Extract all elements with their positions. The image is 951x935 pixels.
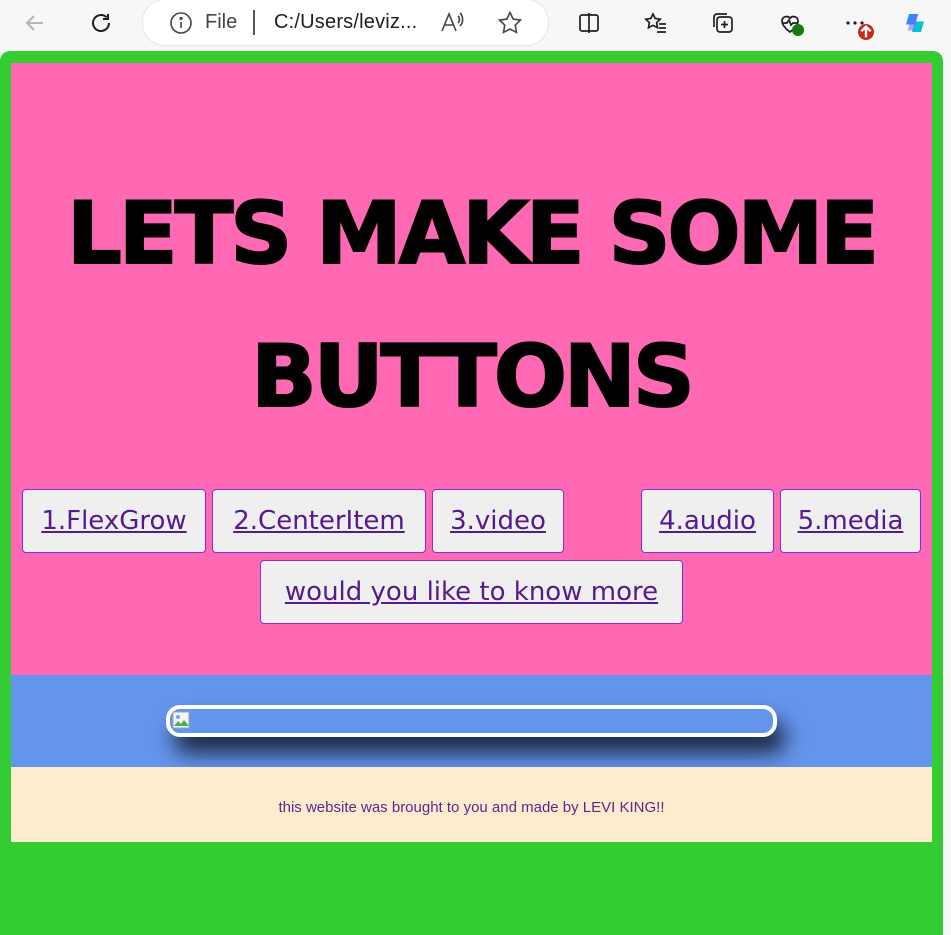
copilot-button[interactable] bbox=[898, 6, 932, 40]
centeritem-button[interactable]: 2.CenterItem bbox=[212, 489, 426, 553]
refresh-button[interactable] bbox=[84, 6, 118, 40]
address-url-text[interactable]: C:/Users/leviz... bbox=[274, 11, 417, 34]
status-badge-green bbox=[792, 24, 804, 36]
update-badge bbox=[858, 24, 874, 40]
favorite-star-icon[interactable] bbox=[497, 10, 523, 36]
media-player[interactable] bbox=[166, 705, 777, 737]
audio-button[interactable]: 4.audio bbox=[641, 489, 774, 553]
title-line-1: LETS MAKE SOME bbox=[66, 183, 880, 285]
address-scheme-label: File bbox=[205, 11, 238, 33]
settings-more-button[interactable] bbox=[838, 6, 874, 40]
info-icon[interactable] bbox=[169, 11, 193, 35]
footer-credit-text: this website was brought to you and made… bbox=[278, 799, 665, 816]
media-button[interactable]: 5.media bbox=[780, 489, 921, 553]
favorites-button[interactable] bbox=[639, 6, 673, 40]
broken-image-icon bbox=[172, 711, 190, 729]
flexgrow-button[interactable]: 1.FlexGrow bbox=[22, 489, 206, 553]
back-button[interactable] bbox=[18, 6, 52, 40]
up-arrow-icon bbox=[860, 24, 872, 38]
page-title: LETS MAKE SOME BUTTONS bbox=[11, 163, 932, 449]
video-button[interactable]: 3.video bbox=[432, 489, 564, 553]
know-more-button[interactable]: would you like to know more bbox=[260, 560, 683, 624]
copilot-icon bbox=[906, 14, 924, 32]
refresh-icon bbox=[92, 14, 110, 32]
media-bar bbox=[11, 675, 932, 767]
collections-icon bbox=[713, 13, 733, 33]
back-arrow-icon bbox=[25, 15, 43, 31]
read-aloud-icon[interactable] bbox=[439, 10, 465, 36]
page-header: LETS MAKE SOME BUTTONS 1.FlexGrow 2.Cent… bbox=[11, 63, 932, 675]
button-row: 1.FlexGrow 2.CenterItem 3.video 4.audio … bbox=[11, 489, 932, 629]
split-screen-icon bbox=[579, 13, 599, 33]
address-bar[interactable]: File C:/Users/leviz... bbox=[143, 0, 548, 45]
title-line-2: BUTTONS bbox=[250, 326, 696, 428]
browser-essentials-button[interactable] bbox=[773, 6, 807, 40]
favorites-list-icon bbox=[644, 12, 666, 33]
address-separator bbox=[253, 10, 255, 35]
split-screen-button[interactable] bbox=[572, 6, 606, 40]
collections-button[interactable] bbox=[706, 6, 740, 40]
page-footer: this website was brought to you and made… bbox=[11, 767, 932, 842]
browser-toolbar: File C:/Users/leviz... bbox=[0, 0, 951, 46]
